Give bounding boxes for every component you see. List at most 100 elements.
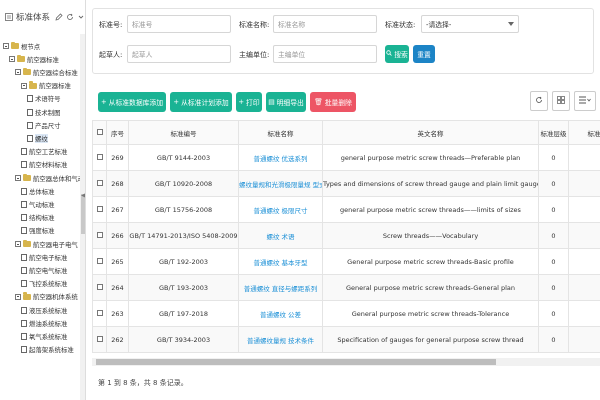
- row-checkbox[interactable]: [92, 144, 107, 171]
- tree-node[interactable]: 航空材料标准: [21, 159, 67, 171]
- collapse-toggle-icon[interactable]: [15, 175, 21, 181]
- collapse-toggle-icon[interactable]: [15, 293, 21, 300]
- tree-node[interactable]: 航空器综合标准: [15, 66, 78, 78]
- checkbox[interactable]: [96, 257, 103, 264]
- table-refresh-button[interactable]: [530, 91, 548, 111]
- collapse-toggle-icon[interactable]: [21, 82, 27, 89]
- tree-node[interactable]: 航空器标准: [21, 80, 71, 92]
- row-checkbox[interactable]: [92, 196, 107, 223]
- document-icon: [21, 332, 27, 340]
- cell-name[interactable]: 普通螺纹 极限尺寸: [238, 196, 323, 223]
- table-row[interactable]: 267 GB/T 15756-2008 普通螺纹 极限尺寸 general purpo…: [92, 196, 600, 223]
- cell-fulltext[interactable]: [568, 196, 600, 223]
- tree-node[interactable]: 螺纹: [27, 132, 48, 144]
- cell-name[interactable]: 普通螺纹 公差: [238, 300, 323, 327]
- batch-delete-button[interactable]: 🗑 批量删除: [310, 92, 356, 112]
- header-fulltext[interactable]: 标准全文: [568, 120, 600, 145]
- drafter-input[interactable]: 起草人: [127, 45, 231, 63]
- tree-node[interactable]: 氧气系统标准: [21, 330, 67, 342]
- tree-node[interactable]: 航空器总体和气动: [15, 172, 84, 184]
- checkbox[interactable]: [96, 283, 103, 290]
- collapse-toggle-icon[interactable]: [15, 69, 21, 76]
- add-from-db-button[interactable]: + 从标准数据库添加: [98, 92, 166, 112]
- tree-node[interactable]: 术语符号: [27, 93, 61, 105]
- reset-button[interactable]: 重置: [413, 45, 435, 63]
- tree-node[interactable]: 航空电子标准: [21, 251, 67, 263]
- table-row[interactable]: 265 GB/T 192-2003 普通螺纹 基本牙型 General purpose…: [92, 248, 600, 275]
- tree-node[interactable]: 燃油系统标准: [21, 317, 67, 329]
- checkbox[interactable]: [96, 153, 103, 160]
- header-name[interactable]: 标准名称: [238, 120, 323, 145]
- tree-node[interactable]: 飞控系统标准: [21, 278, 67, 290]
- row-checkbox[interactable]: [92, 248, 107, 275]
- header-code[interactable]: 标准编号: [128, 120, 239, 145]
- edit-icon[interactable]: [55, 13, 63, 21]
- table-grid-button[interactable]: [552, 91, 570, 111]
- table-row[interactable]: 268GB/T 10920-2008螺纹量规和光滑极限量规 型式与尺寸Types…: [92, 170, 600, 197]
- tree-node[interactable]: 产品尺寸: [27, 119, 61, 131]
- row-checkbox[interactable]: [92, 300, 107, 327]
- tree-node[interactable]: 液压系统标准: [21, 304, 67, 316]
- export-button[interactable]: ▤ 明细导出: [266, 92, 306, 112]
- row-checkbox[interactable]: [92, 170, 107, 197]
- table-horizontal-scrollbar[interactable]: [92, 358, 600, 366]
- tree-node[interactable]: 气动标准: [21, 198, 55, 210]
- status-select[interactable]: -请选择-: [421, 15, 519, 33]
- table-row[interactable]: 266 GB/T 14791-2013/ISO 5408-2009 螺纹 术语 Scr…: [92, 222, 600, 249]
- add-from-plan-button[interactable]: + 从标准计划添加: [170, 92, 232, 112]
- checkbox[interactable]: [96, 309, 103, 316]
- table-row[interactable]: 262 GB/T 3934-2003 普通螺纹量规 技术条件 Specificatio…: [92, 326, 600, 353]
- cell-fulltext[interactable]: [568, 274, 600, 301]
- header-english[interactable]: 英文名称: [322, 120, 539, 145]
- cell-fulltext[interactable]: [568, 326, 600, 353]
- row-checkbox[interactable]: [92, 326, 107, 353]
- tree-node[interactable]: 航空电气标准: [21, 264, 67, 276]
- cell-name[interactable]: 普通螺纹 基本牙型: [238, 248, 323, 275]
- checkbox[interactable]: [96, 335, 103, 342]
- tree-node[interactable]: 技术制图: [27, 106, 61, 118]
- tree-node[interactable]: 航空器电子电气: [15, 238, 78, 250]
- cell-fulltext[interactable]: [568, 170, 600, 197]
- cell-fulltext[interactable]: [568, 222, 600, 249]
- header-seq[interactable]: 序号: [106, 120, 129, 145]
- tree-node[interactable]: 强度标准: [21, 225, 55, 237]
- tree-node[interactable]: 起落架系统标准: [21, 344, 74, 356]
- cell-name[interactable]: 螺纹 术语: [238, 222, 323, 249]
- tree-node[interactable]: 总体标准: [21, 185, 55, 197]
- collapse-toggle-icon[interactable]: [3, 43, 9, 49]
- header-checkbox[interactable]: [92, 120, 107, 145]
- checkbox[interactable]: [96, 205, 103, 212]
- std-no-input[interactable]: 标准号: [127, 15, 231, 33]
- search-button[interactable]: 搜索: [385, 45, 409, 63]
- table-row[interactable]: 263 GB/T 197-2018 普通螺纹 公差 General purpose m…: [92, 300, 600, 327]
- collapse-toggle-icon[interactable]: [15, 241, 21, 247]
- row-checkbox[interactable]: [92, 222, 107, 249]
- tree-node[interactable]: 航空器机体系统: [15, 291, 78, 303]
- tree-node[interactable]: 根节点: [3, 40, 40, 52]
- checkbox[interactable]: [96, 231, 103, 238]
- tree-node[interactable]: 航空器标准: [9, 53, 59, 65]
- collapse-icon[interactable]: [77, 13, 85, 21]
- cell-name[interactable]: 普通螺纹量规 技术条件: [238, 326, 323, 353]
- header-level[interactable]: 标准层级: [538, 120, 569, 145]
- refresh-icon[interactable]: [66, 13, 74, 21]
- org-input[interactable]: 主编单位: [273, 45, 377, 63]
- cell-fulltext[interactable]: [568, 300, 600, 327]
- collapse-toggle-icon[interactable]: [9, 56, 15, 63]
- cell-fulltext[interactable]: [568, 144, 600, 171]
- table-columns-button[interactable]: [574, 91, 596, 111]
- collapse-arrow-icon[interactable]: ◀: [81, 192, 85, 199]
- tree-node[interactable]: 航空工艺标准: [21, 146, 67, 158]
- cell-fulltext[interactable]: [568, 248, 600, 275]
- cell-name[interactable]: 普通螺纹 优选系列: [238, 144, 323, 171]
- print-button[interactable]: + 打印: [236, 92, 262, 112]
- row-checkbox[interactable]: [92, 274, 107, 301]
- folder-icon: [23, 292, 31, 300]
- checkbox[interactable]: [96, 179, 103, 186]
- table-row[interactable]: 264 GB/T 193-2003 普通螺纹 直径与螺距系列 General purp…: [92, 274, 600, 301]
- std-name-input[interactable]: 标准名称: [273, 15, 377, 33]
- table-row[interactable]: 269 GB/T 9144-2003 普通螺纹 优选系列 general purpos…: [92, 144, 600, 171]
- cell-name[interactable]: 普通螺纹 直径与螺距系列: [238, 274, 323, 301]
- cell-name[interactable]: 螺纹量规和光滑极限量规 型式与尺寸: [238, 170, 323, 197]
- tree-node[interactable]: 结构标准: [21, 212, 55, 224]
